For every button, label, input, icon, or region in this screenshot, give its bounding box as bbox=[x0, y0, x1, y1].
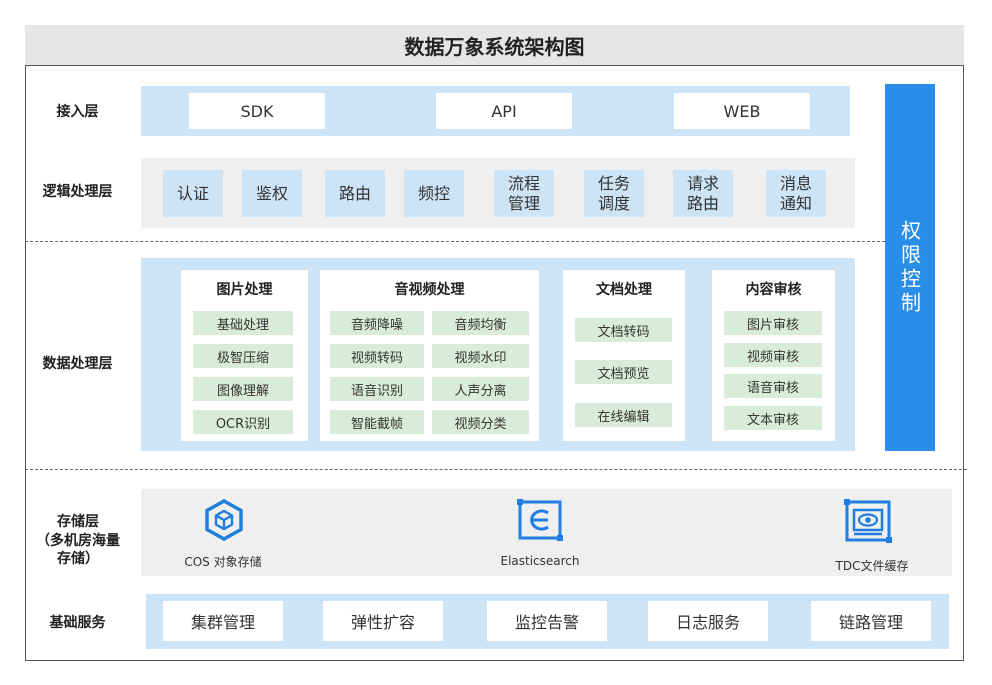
av-item-watermark: 视频水印 bbox=[432, 344, 529, 368]
logic-item-task-schedule: 任务 调度 bbox=[584, 170, 644, 217]
image-item-ocr: OCR识别 bbox=[193, 410, 293, 434]
logic-layer-bar: 认证 鉴权 路由 频控 流程 管理 任务 调度 请求 路由 消息 通知 bbox=[141, 158, 855, 228]
doc-item-preview: 文档预览 bbox=[575, 360, 672, 384]
panel-image-processing: 图片处理 基础处理 极智压缩 图像理解 OCR识别 bbox=[181, 270, 308, 441]
layer-label-data: 数据处理层 bbox=[42, 355, 113, 372]
doc-item-online-edit: 在线编辑 bbox=[575, 403, 672, 427]
panel-title: 文档处理 bbox=[596, 282, 652, 298]
av-item-speech-recognition: 语音识别 bbox=[330, 377, 424, 401]
permission-control-label: 权限控制 bbox=[897, 219, 922, 316]
av-item-voice-separation: 人声分离 bbox=[432, 377, 529, 401]
moderation-item-image: 图片审核 bbox=[724, 311, 822, 335]
panel-title: 音视频处理 bbox=[394, 282, 465, 298]
panel-title: 图片处理 bbox=[216, 282, 273, 298]
panel-av-processing: 音视频处理 音频降噪 音频均衡 视频转码 视频水印 语音识别 人声分离 智能截帧… bbox=[320, 270, 539, 441]
layer-label-base: 基础服务 bbox=[49, 614, 106, 631]
storage-label-cos: COS 对象存储 bbox=[184, 555, 262, 569]
layer-label-access: 接入层 bbox=[56, 103, 99, 120]
access-item-sdk: SDK bbox=[189, 93, 325, 129]
av-item-denoise: 音频降噪 bbox=[330, 311, 424, 335]
av-item-equalize: 音频均衡 bbox=[432, 311, 529, 335]
access-item-web: WEB bbox=[674, 93, 810, 129]
base-item-link-mgmt: 链路管理 bbox=[811, 601, 931, 641]
diagram-title: 数据万象系统架构图 bbox=[25, 25, 964, 66]
moderation-item-text: 文本审核 bbox=[724, 406, 822, 430]
logic-item-message-notify: 消息 通知 bbox=[766, 170, 826, 217]
access-item-api: API bbox=[436, 93, 572, 129]
elasticsearch-icon bbox=[517, 499, 563, 541]
av-item-smart-snapshot: 智能截帧 bbox=[330, 410, 424, 434]
base-item-log-service: 日志服务 bbox=[648, 601, 768, 641]
image-item-compress: 极智压缩 bbox=[193, 344, 293, 368]
logic-item-rate-limit: 频控 bbox=[404, 170, 464, 217]
layer-label-storage: 存储层 （多机房海量 存储） bbox=[36, 513, 120, 568]
base-item-cluster-mgmt: 集群管理 bbox=[163, 601, 283, 641]
moderation-item-audio: 语音审核 bbox=[724, 374, 822, 398]
tdc-eye-icon bbox=[844, 499, 892, 543]
access-layer-bar: SDK API WEB bbox=[141, 86, 850, 136]
av-item-transcode: 视频转码 bbox=[330, 344, 424, 368]
base-item-monitoring-alert: 监控告警 bbox=[487, 601, 607, 641]
doc-item-transcode: 文档转码 bbox=[575, 318, 672, 342]
av-item-video-classify: 视频分类 bbox=[432, 410, 529, 434]
data-layer-bar: 图片处理 基础处理 极智压缩 图像理解 OCR识别 音视频处理 音频降噪 音频均… bbox=[141, 258, 855, 451]
panel-content-moderation: 内容审核 图片审核 视频审核 语音审核 文本审核 bbox=[712, 270, 835, 441]
permission-control-bar: 权限控制 bbox=[885, 84, 935, 451]
logic-item-authz: 鉴权 bbox=[242, 170, 302, 217]
image-item-understanding: 图像理解 bbox=[193, 377, 293, 401]
panel-title: 内容审核 bbox=[745, 282, 802, 298]
base-layer-bar: 集群管理 弹性扩容 监控告警 日志服务 链路管理 bbox=[146, 594, 949, 649]
layer-label-logic: 逻辑处理层 bbox=[42, 183, 113, 200]
separator-dashed-2 bbox=[25, 469, 967, 470]
logic-item-auth: 认证 bbox=[163, 170, 223, 217]
logic-item-route: 路由 bbox=[325, 170, 385, 217]
logic-item-process-mgmt: 流程 管理 bbox=[494, 170, 554, 217]
panel-document-processing: 文档处理 文档转码 文档预览 在线编辑 bbox=[563, 270, 685, 441]
storage-layer-bar: COS 对象存储 Elasticsearch TDC文件缓存 bbox=[141, 489, 952, 576]
base-item-elastic-scaling: 弹性扩容 bbox=[323, 601, 443, 641]
image-item-basic: 基础处理 bbox=[193, 311, 293, 335]
storage-label-tdc: TDC文件缓存 bbox=[835, 559, 909, 573]
separator-dashed-1 bbox=[25, 241, 885, 242]
moderation-item-video: 视频审核 bbox=[724, 343, 822, 367]
storage-label-elasticsearch: Elasticsearch bbox=[500, 554, 580, 568]
logic-item-request-route: 请求 路由 bbox=[673, 170, 733, 217]
cos-hexagon-cube-icon bbox=[203, 498, 245, 542]
